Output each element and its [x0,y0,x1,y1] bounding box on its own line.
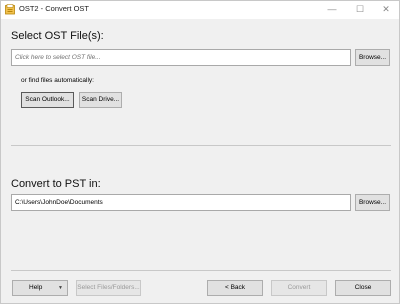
scan-outlook-button[interactable]: Scan Outlook... [21,92,74,108]
select-ost-heading: Select OST File(s): [11,30,104,42]
close-icon[interactable]: ✕ [373,1,399,19]
help-button[interactable]: Help ▼ [12,280,68,296]
convert-button[interactable]: Convert [271,280,327,296]
minimize-icon[interactable]: — [319,1,345,19]
close-button[interactable]: Close [335,280,391,296]
output-path-input[interactable]: C:\Users\JohnDoe\Documents [11,194,351,211]
browse-output-button[interactable]: Browse... [355,194,390,211]
app-icon [5,4,15,15]
browse-ost-button[interactable]: Browse... [355,49,390,66]
ost-file-input[interactable]: Click here to select OST file... [11,49,351,66]
convert-heading: Convert to PST in: [11,178,101,190]
scan-drive-button[interactable]: Scan Drive... [79,92,122,108]
chevron-down-icon: ▼ [58,285,63,291]
auto-find-label: or find files automatically: [21,77,94,84]
footer-divider [11,270,391,271]
maximize-icon[interactable]: ☐ [347,1,373,19]
help-button-label: Help [29,284,43,291]
select-files-folders-button[interactable]: Select Files/Folders... [76,280,141,296]
title-bar: OST2 - Convert OST — ☐ ✕ [1,1,399,19]
app-window: OST2 - Convert OST — ☐ ✕ Select OST File… [0,0,400,304]
back-button[interactable]: < Back [207,280,263,296]
section-divider [11,145,391,146]
window-title: OST2 - Convert OST [19,4,90,13]
